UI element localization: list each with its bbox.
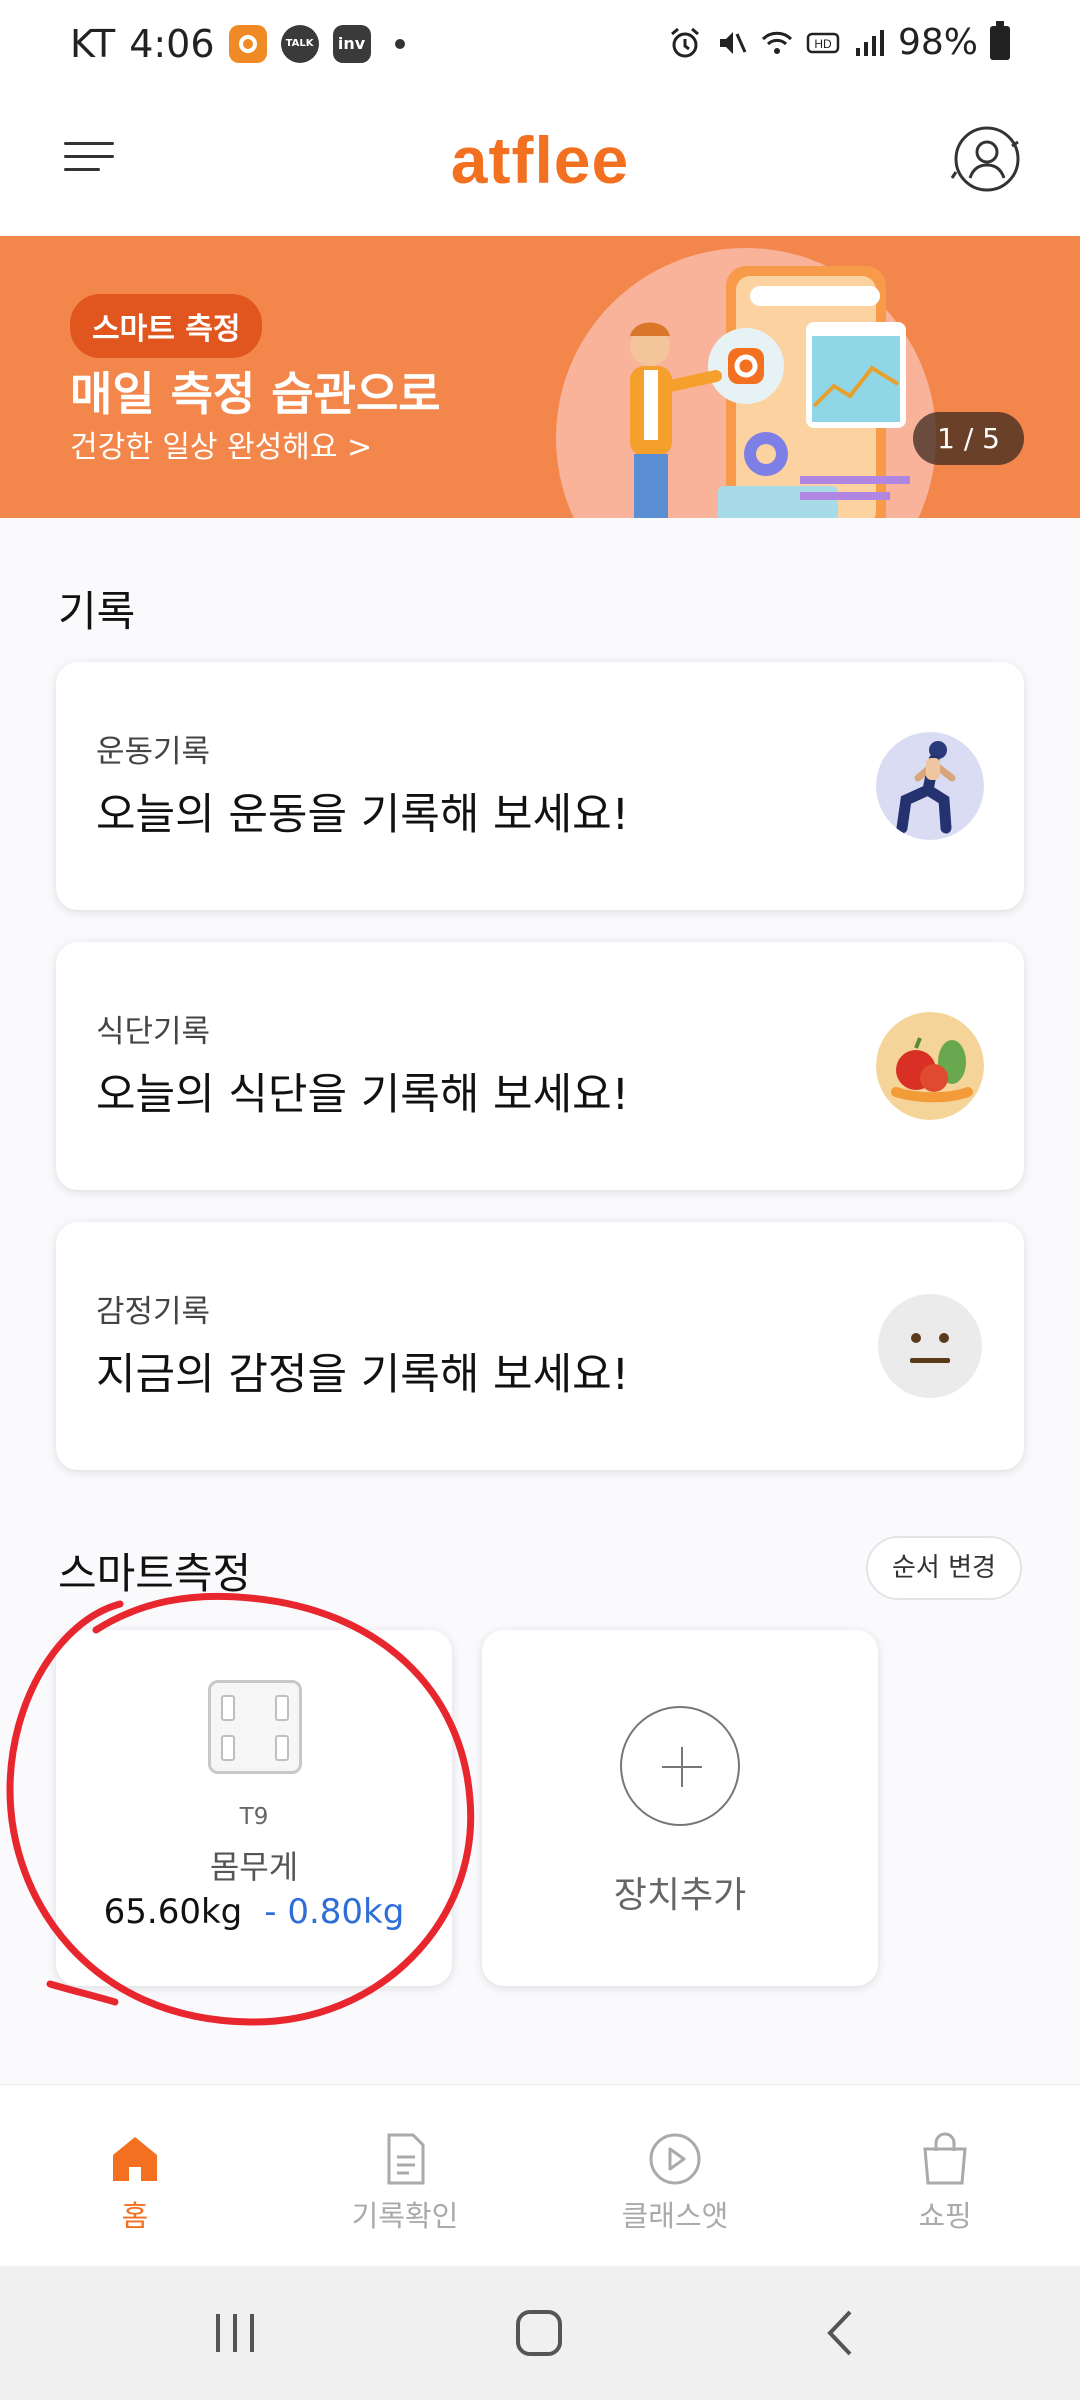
exercise-record-card[interactable]: 운동기록 오늘의 운동을 기록해 보세요! — [56, 662, 1024, 910]
smart-measure-section-title: 스마트측정 — [58, 1549, 252, 1598]
battery-percent: 98% — [897, 22, 978, 63]
runner-icon — [876, 732, 984, 840]
nav-label: 클래스앳 — [621, 2199, 729, 2233]
device-values: 65.60kg - 0.80kg — [56, 1892, 452, 1932]
nav-shopping[interactable]: 쇼핑 — [810, 2085, 1080, 2266]
card-prompt: 지금의 감정을 기록해 보세요! — [96, 1350, 629, 1400]
status-bar: KT 4:06 TALK inv HD 98% — [0, 0, 1080, 96]
hd-icon: HD — [806, 32, 840, 53]
emotion-record-card[interactable]: 감정기록 지금의 감정을 기록해 보세요! — [56, 1222, 1024, 1470]
weight-change-value: - 0.80kg — [264, 1892, 405, 1932]
nav-label: 홈 — [121, 2199, 149, 2233]
banner-tag: 스마트 측정 — [70, 294, 263, 358]
home-icon — [113, 2137, 157, 2181]
change-order-button[interactable]: 순서 변경 — [866, 1536, 1022, 1600]
more-notifications-dot-icon — [394, 39, 405, 49]
card-label: 감정기록 — [96, 1294, 211, 1330]
bottom-navigation: 홈 기록확인 클래스앳 쇼핑 — [0, 2084, 1080, 2266]
inv-notification-icon: inv — [332, 25, 371, 63]
promo-banner[interactable]: 스마트 측정 매일 측정 습관으로 건강한 일상 완성해요 > 1 / 5 — [0, 236, 1080, 518]
weight-device-card[interactable]: T9 몸무게 65.60kg - 0.80kg — [56, 1630, 452, 1986]
card-label: 운동기록 — [96, 734, 211, 770]
nav-class[interactable]: 클래스앳 — [540, 2085, 810, 2266]
add-device-label: 장치추가 — [613, 1875, 747, 1916]
atflee-logo: atflee — [450, 123, 630, 197]
nav-label: 쇼핑 — [918, 2199, 972, 2233]
talk-notification-icon: TALK — [280, 25, 319, 63]
banner-illustration — [630, 266, 910, 518]
banner-subtitle-link[interactable]: 건강한 일상 완성해요 > — [70, 422, 372, 466]
records-section-title: 기록 — [58, 587, 136, 636]
play-icon — [649, 2133, 701, 2185]
clock: 4:06 — [129, 22, 215, 66]
weight-value: 65.60kg — [103, 1892, 243, 1932]
svg-text:HD: HD — [814, 37, 832, 51]
app-header: atflee — [0, 96, 1080, 236]
neutral-face-icon — [878, 1294, 982, 1398]
document-icon — [387, 2133, 425, 2185]
banner-title: 매일 측정 습관으로 — [70, 367, 441, 421]
status-bar-left: KT 4:06 TALK inv — [70, 22, 405, 66]
carrier-label: KT — [70, 22, 116, 66]
body-scale-icon — [208, 1680, 302, 1774]
shopping-bag-icon — [923, 2132, 967, 2185]
nav-label: 기록확인 — [351, 2199, 459, 2233]
nav-home[interactable]: 홈 — [0, 2085, 270, 2266]
alarm-icon — [671, 27, 699, 57]
card-label: 식단기록 — [96, 1014, 211, 1050]
atflee-notification-icon — [228, 25, 267, 63]
add-device-card[interactable]: 장치추가 — [482, 1630, 878, 1986]
plus-icon — [620, 1706, 740, 1826]
device-model: T9 — [239, 1804, 269, 1830]
recent-apps-icon[interactable] — [200, 2300, 270, 2366]
device-metric-name: 몸무게 — [209, 1848, 299, 1886]
mute-icon — [719, 31, 747, 54]
signal-icon — [855, 29, 884, 56]
banner-page-indicator: 1 / 5 — [913, 412, 1024, 465]
diet-record-card[interactable]: 식단기록 오늘의 식단을 기록해 보세요! — [56, 942, 1024, 1190]
system-navigation-bar — [0, 2266, 1080, 2400]
card-prompt: 오늘의 운동을 기록해 보세요! — [96, 790, 629, 840]
battery-icon — [990, 20, 1010, 60]
card-prompt: 오늘의 식단을 기록해 보세요! — [96, 1070, 629, 1120]
profile-switch-icon[interactable] — [950, 122, 1024, 196]
nav-records[interactable]: 기록확인 — [270, 2085, 540, 2266]
back-icon[interactable] — [806, 2300, 876, 2366]
wifi-icon — [761, 31, 793, 54]
food-icon — [876, 1012, 984, 1120]
home-system-icon[interactable] — [504, 2300, 574, 2366]
status-bar-right: HD 98% — [668, 20, 1010, 63]
